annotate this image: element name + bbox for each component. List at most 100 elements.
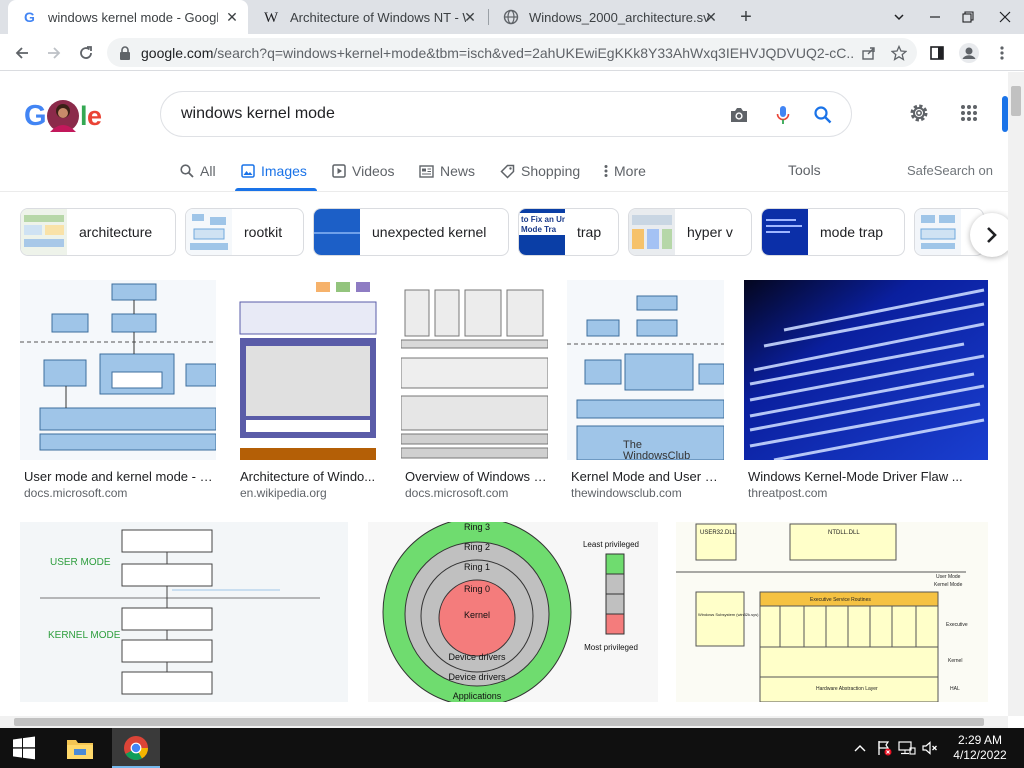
- least-privileged-label: Least privileged: [583, 540, 639, 549]
- chip-architecture[interactable]: architecture: [20, 208, 176, 256]
- chrome-icon[interactable]: [112, 728, 160, 768]
- windows-start-icon[interactable]: [0, 728, 48, 768]
- tab-all[interactable]: All: [180, 159, 216, 183]
- chip-unexpected-kernel[interactable]: unexpected kernel: [313, 208, 509, 256]
- tab-label: Videos: [352, 163, 395, 179]
- kernel-mode-label: Kernel Mode: [934, 582, 963, 588]
- tools-button[interactable]: Tools: [788, 162, 821, 178]
- volume-muted-icon[interactable]: [920, 738, 940, 758]
- search-box[interactable]: windows kernel mode: [160, 91, 852, 137]
- globe-icon: [503, 9, 519, 25]
- result-caption[interactable]: Kernel Mode and User M...: [571, 469, 724, 484]
- safesearch-toggle[interactable]: SafeSearch on: [907, 163, 993, 178]
- profile-avatar-icon[interactable]: [957, 41, 981, 65]
- result-thumbnail[interactable]: USER32.DLL NTDLL.DLL User Mode Kernel Mo…: [676, 522, 988, 702]
- image-result[interactable]: Overview of Windows C... docs.microsoft.…: [401, 280, 548, 500]
- result-source[interactable]: threatpost.com: [748, 486, 827, 500]
- close-tab-icon[interactable]: ✕: [224, 9, 240, 25]
- tab-wikipedia[interactable]: W Architecture of Windows NT - W ✕: [250, 0, 486, 34]
- chip-rootkit[interactable]: rootkit: [185, 208, 304, 256]
- tab-google-search[interactable]: G windows kernel mode - Google S ✕: [8, 0, 248, 34]
- apps-grid-icon[interactable]: [957, 101, 981, 125]
- chip-hyper-v[interactable]: hyper v: [628, 208, 752, 256]
- image-result[interactable]: Windows Kernel-Mode Driver Flaw ... thre…: [744, 280, 988, 500]
- svg-text:to Fix an Un: to Fix an Un: [521, 215, 565, 224]
- chip-label: unexpected kernel: [372, 224, 487, 240]
- restore-icon[interactable]: [951, 0, 985, 34]
- svg-text:W: W: [264, 10, 279, 25]
- chip-label: trap: [577, 224, 602, 240]
- chip-trap[interactable]: to Fix an Un Mode Tra trap: [518, 208, 619, 256]
- system-clock[interactable]: 2:29 AM 4/12/2022: [944, 733, 1016, 763]
- search-icon[interactable]: [811, 103, 835, 127]
- result-source[interactable]: docs.microsoft.com: [405, 486, 508, 500]
- tab-search-chevron-icon[interactable]: [882, 0, 916, 34]
- horizontal-scrollbar[interactable]: [0, 716, 1008, 728]
- result-source[interactable]: docs.microsoft.com: [24, 486, 127, 500]
- chip-thumbnail: [186, 209, 232, 255]
- side-panel-icon[interactable]: [925, 41, 949, 65]
- close-tab-icon[interactable]: ✕: [703, 9, 719, 25]
- microphone-icon[interactable]: [771, 103, 795, 127]
- new-tab-icon[interactable]: +: [735, 7, 757, 29]
- chip-label: mode trap: [820, 224, 884, 240]
- chevron-up-icon[interactable]: [850, 738, 870, 758]
- result-thumbnail[interactable]: Ring 3 Ring 2 Ring 1 Ring 0 Kernel Devic…: [368, 522, 658, 702]
- newspaper-icon: [419, 164, 434, 178]
- image-result[interactable]: User mode and kernel mode - Wi... docs.m…: [20, 280, 216, 500]
- camera-search-icon[interactable]: [727, 103, 751, 127]
- result-thumbnail[interactable]: [236, 280, 380, 460]
- tab-strip: G windows kernel mode - Google S ✕ W Arc…: [0, 0, 1024, 34]
- action-center-flag-icon[interactable]: [874, 738, 894, 758]
- bookmark-star-icon[interactable]: [887, 41, 911, 65]
- nav-divider: [0, 191, 1008, 192]
- tab-svg-file[interactable]: Windows_2000_architecture.svg ✕: [489, 0, 727, 34]
- file-explorer-icon[interactable]: [56, 728, 104, 768]
- most-privileged-label: Most privileged: [584, 643, 638, 652]
- tab-shopping[interactable]: Shopping: [500, 159, 580, 183]
- share-icon[interactable]: [857, 41, 881, 65]
- network-icon[interactable]: [897, 738, 917, 758]
- result-caption[interactable]: Overview of Windows C...: [405, 469, 548, 484]
- lock-icon[interactable]: [119, 45, 131, 60]
- vertical-scroll-thumb[interactable]: [1011, 86, 1021, 116]
- clock-time: 2:29 AM: [957, 733, 1003, 747]
- result-source[interactable]: thewindowsclub.com: [571, 486, 682, 500]
- result-caption[interactable]: Windows Kernel-Mode Driver Flaw ...: [748, 469, 988, 484]
- result-thumbnail[interactable]: [401, 280, 548, 460]
- chip-mode-trap[interactable]: mode trap: [761, 208, 905, 256]
- google-doodle-logo[interactable]: G l e o: [24, 98, 116, 134]
- vertical-scrollbar[interactable]: [1008, 72, 1024, 716]
- result-thumbnail[interactable]: [20, 280, 216, 460]
- image-result[interactable]: Ring 3 Ring 2 Ring 1 Ring 0 Kernel Devic…: [368, 522, 658, 702]
- tab-more[interactable]: More: [604, 159, 646, 183]
- reload-icon[interactable]: [74, 41, 98, 65]
- result-caption[interactable]: Architecture of Windo...: [240, 469, 380, 484]
- result-thumbnail[interactable]: The WindowsClub: [567, 280, 724, 460]
- horizontal-scroll-thumb[interactable]: [14, 718, 984, 726]
- minimize-icon[interactable]: [918, 0, 952, 34]
- close-window-icon[interactable]: [988, 0, 1022, 34]
- image-result[interactable]: USER32.DLL NTDLL.DLL User Mode Kernel Mo…: [676, 522, 988, 702]
- tab-videos[interactable]: Videos: [332, 159, 395, 183]
- chips-next-chevron-icon[interactable]: [970, 213, 1008, 257]
- tab-images[interactable]: Images: [241, 159, 307, 183]
- image-result[interactable]: USER MODE KERNEL MODE: [20, 522, 348, 702]
- back-arrow-icon[interactable]: [10, 41, 34, 65]
- result-source[interactable]: en.wikipedia.org: [240, 486, 327, 500]
- result-caption[interactable]: User mode and kernel mode - Wi...: [24, 469, 216, 484]
- image-icon: [241, 164, 255, 178]
- forward-arrow-icon[interactable]: [42, 41, 66, 65]
- tab-news[interactable]: News: [419, 159, 475, 183]
- feedback-edge-tab[interactable]: [1002, 96, 1008, 132]
- result-thumbnail[interactable]: [744, 280, 988, 460]
- image-result[interactable]: Architecture of Windo... en.wikipedia.or…: [236, 280, 380, 500]
- settings-gear-icon[interactable]: [907, 101, 931, 125]
- browser-menu-icon[interactable]: [990, 41, 1014, 65]
- close-tab-icon[interactable]: ✕: [462, 9, 478, 25]
- search-icon: [180, 164, 194, 178]
- image-result[interactable]: The WindowsClub Kernel Mode and User M..…: [567, 280, 724, 500]
- executive-label: Executive: [946, 622, 968, 628]
- result-thumbnail[interactable]: USER MODE KERNEL MODE: [20, 522, 348, 702]
- address-bar[interactable]: google.com/search?q=windows+kernel+mode&…: [107, 38, 917, 67]
